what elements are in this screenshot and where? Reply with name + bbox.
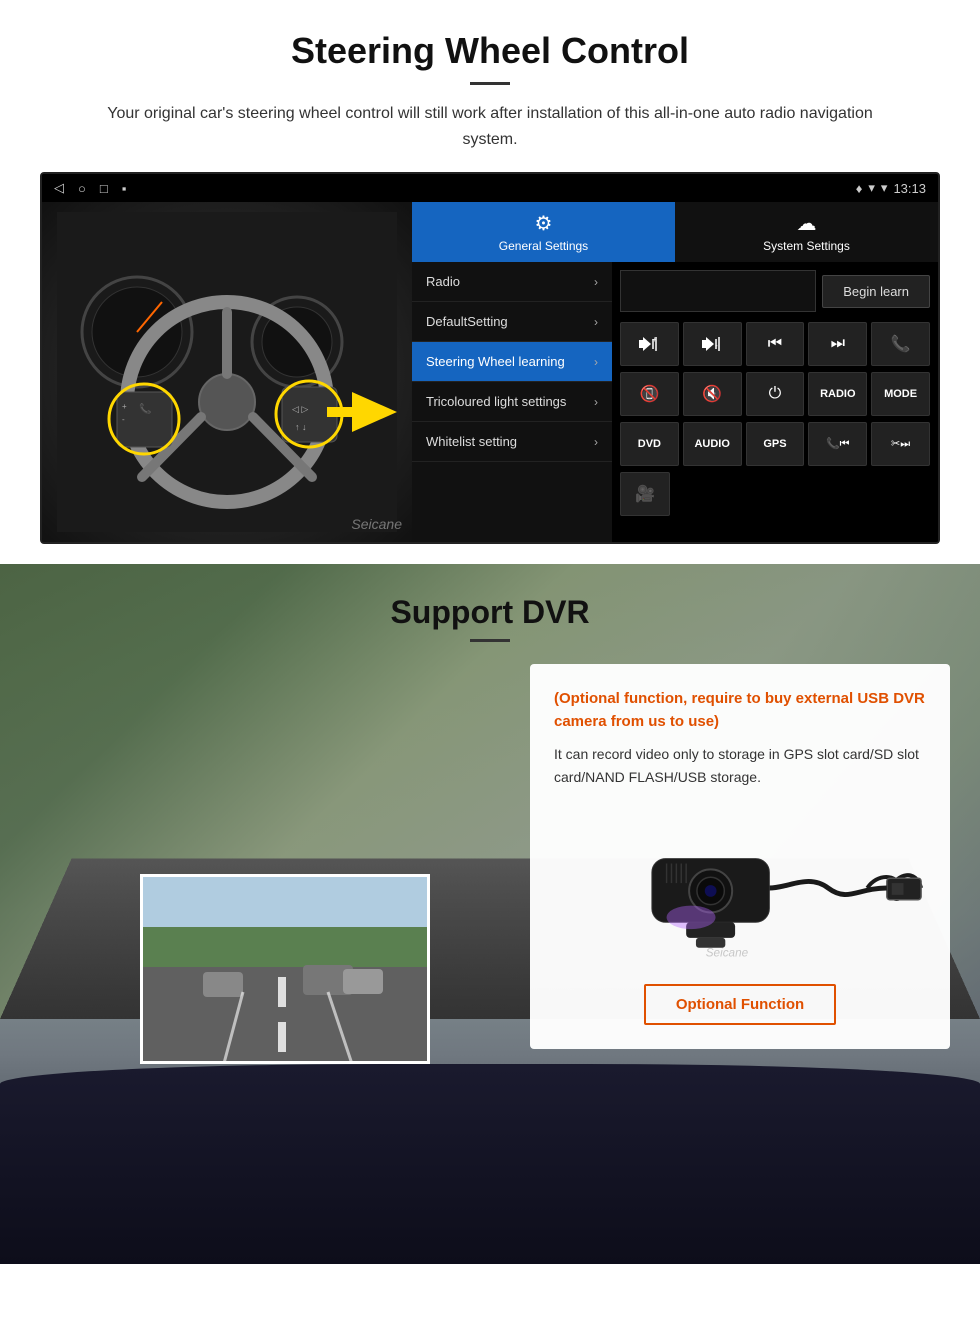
settings-panel: ⚙ General Settings ☁ System Settings Rad… (412, 202, 938, 542)
svg-text:-: - (122, 415, 125, 424)
power-button[interactable]: ⏻ (746, 372, 805, 416)
cut-next-button[interactable]: ✂⏭ (871, 422, 930, 466)
next-track-button[interactable]: ⏭ (808, 322, 867, 366)
begin-learn-row: Begin learn (620, 270, 930, 312)
settings-tabs: ⚙ General Settings ☁ System Settings (412, 202, 938, 262)
page-title: Steering Wheel Control (40, 30, 940, 72)
menu-radio-label: Radio (426, 274, 460, 289)
svg-text:↑ ↓: ↑ ↓ (295, 422, 307, 432)
menu-item-whitelist[interactable]: Whitelist setting › (412, 422, 612, 462)
gps-button[interactable]: GPS (746, 422, 805, 466)
steering-watermark: Seicane (351, 516, 402, 532)
svg-text:Seicane: Seicane (706, 946, 749, 959)
prev-track-button[interactable]: ⏮ (746, 322, 805, 366)
svg-text:📞: 📞 (139, 402, 152, 415)
chevron-right-icon: › (594, 355, 598, 369)
menu-list: Radio › DefaultSetting › Steering Wheel … (412, 262, 612, 542)
begin-learn-button[interactable]: Begin learn (822, 275, 930, 308)
dvr-thumbnail-svg (143, 877, 430, 1064)
mute-button[interactable]: 🔇 (683, 372, 742, 416)
camera-icon-button[interactable]: 🎥 (620, 472, 670, 516)
phone-button[interactable]: 📞 (871, 322, 930, 366)
nav-home-icon[interactable]: ○ (78, 181, 86, 196)
menu-item-tricoloured[interactable]: Tricoloured light settings › (412, 382, 612, 422)
chevron-right-icon: › (594, 275, 598, 289)
screen-body: + - 📞 ◁ ▷ ↑ ↓ Seicane (42, 202, 938, 542)
nav-back-icon[interactable]: ◁ (54, 180, 64, 196)
wifi-icon: ▾ (868, 180, 875, 196)
audio-button[interactable]: AUDIO (683, 422, 742, 466)
svg-text:+: + (122, 402, 127, 411)
dvr-optional-text: (Optional function, require to buy exter… (554, 688, 926, 733)
chevron-right-icon: › (594, 315, 598, 329)
location-icon: ♦ (856, 181, 863, 196)
clock: 13:13 (893, 181, 926, 196)
dvr-title: Support DVR (0, 564, 980, 631)
vol-up-button[interactable]: + (620, 322, 679, 366)
system-icon: ☁ (797, 211, 817, 236)
vol-down-button[interactable]: - (683, 322, 742, 366)
subtitle-text: Your original car's steering wheel contr… (80, 101, 900, 152)
dvr-info-card: (Optional function, require to buy exter… (530, 664, 950, 1049)
section2-dvr: Support DVR (Optional function, require … (0, 564, 980, 1264)
dvd-button[interactable]: DVD (620, 422, 679, 466)
menu-item-radio[interactable]: Radio › (412, 262, 612, 302)
menu-steering-label: Steering Wheel learning (426, 354, 565, 369)
tab-system-settings[interactable]: ☁ System Settings (675, 202, 938, 262)
controls-row-3: DVD AUDIO GPS 📞⏮ ✂⏭ (620, 422, 930, 466)
section2-divider (470, 639, 510, 642)
dvr-camera-visual: Seicane (554, 808, 926, 968)
svg-text:-: - (715, 341, 718, 350)
system-tab-label: System Settings (763, 239, 850, 253)
status-bar: ◁ ○ □ ▪ ♦ ▾ ▾ 13:13 (42, 174, 938, 202)
dvr-dashboard (0, 1064, 980, 1264)
menu-whitelist-label: Whitelist setting (426, 434, 517, 449)
steering-wheel-svg: + - 📞 ◁ ▷ ↑ ↓ (57, 212, 397, 532)
dvr-description: It can record video only to storage in G… (554, 743, 926, 788)
nav-square-icon[interactable]: □ (100, 181, 108, 196)
svg-text:◁ ▷: ◁ ▷ (292, 404, 308, 414)
tab-general-settings[interactable]: ⚙ General Settings (412, 202, 675, 262)
menu-tricoloured-label: Tricoloured light settings (426, 394, 566, 409)
mode-button[interactable]: MODE (871, 372, 930, 416)
status-right: ♦ ▾ ▾ 13:13 (856, 180, 926, 196)
steering-photo: + - 📞 ◁ ▷ ↑ ↓ Seicane (42, 202, 412, 542)
svg-text:+: + (652, 335, 657, 344)
chevron-right-icon: › (594, 395, 598, 409)
controls-area: Begin learn + - ⏮ ⏭ 📞 (612, 262, 938, 542)
chevron-right-icon: › (594, 435, 598, 449)
controls-row-2: 📵 🔇 ⏻ RADIO MODE (620, 372, 930, 416)
nav-menu-icon[interactable]: ▪ (122, 181, 127, 196)
phone-prev-button[interactable]: 📞⏮ (808, 422, 867, 466)
controls-row-4: 🎥 (620, 472, 930, 516)
dvr-thumbnail (140, 874, 430, 1064)
nav-buttons: ◁ ○ □ ▪ (54, 180, 126, 196)
dvr-camera-svg: Seicane (554, 813, 926, 963)
section1-steering-wheel: Steering Wheel Control Your original car… (0, 0, 980, 564)
menu-default-label: DefaultSetting (426, 314, 508, 329)
hangup-button[interactable]: 📵 (620, 372, 679, 416)
menu-area: Radio › DefaultSetting › Steering Wheel … (412, 262, 938, 542)
android-screen: ◁ ○ □ ▪ ♦ ▾ ▾ 13:13 (40, 172, 940, 544)
optional-function-button[interactable]: Optional Function (644, 984, 836, 1025)
title-divider (470, 82, 510, 85)
menu-item-steering-wheel-learning[interactable]: Steering Wheel learning › (412, 342, 612, 382)
radio-button[interactable]: RADIO (808, 372, 867, 416)
menu-item-defaultsetting[interactable]: DefaultSetting › (412, 302, 612, 342)
steering-photo-inner: + - 📞 ◁ ▷ ↑ ↓ Seicane (42, 202, 412, 542)
signal-icon: ▾ (881, 180, 888, 196)
general-tab-label: General Settings (499, 239, 588, 253)
controls-row-1: + - ⏮ ⏭ 📞 (620, 322, 930, 366)
gear-icon: ⚙ (535, 211, 553, 236)
